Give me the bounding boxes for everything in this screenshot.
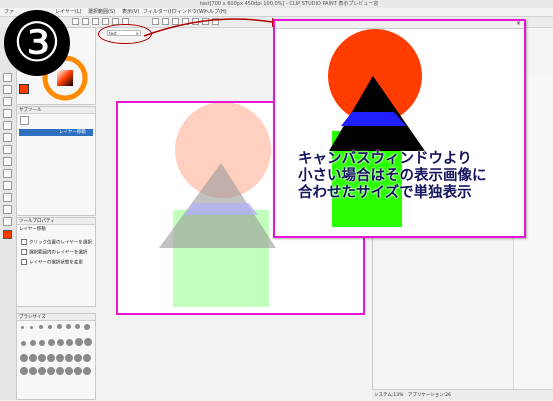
undo-icon[interactable] xyxy=(102,18,109,25)
preview-artwork xyxy=(328,29,425,227)
move-layer-icon[interactable] xyxy=(20,116,29,125)
figure-tool-icon[interactable] xyxy=(3,217,12,226)
brush-size-dot[interactable] xyxy=(74,367,82,375)
brush-size-dot[interactable] xyxy=(83,354,91,362)
main-color-swatch[interactable] xyxy=(3,230,12,239)
brush-size-dot[interactable] xyxy=(20,367,28,375)
eraser-tool-icon[interactable] xyxy=(3,169,12,178)
brush-size-dot[interactable] xyxy=(30,326,33,329)
brush-size-panel: ブラシサイズ xyxy=(16,313,96,400)
tool-property-header: ツールプロパティ xyxy=(17,218,95,225)
brush-size-dot[interactable] xyxy=(39,325,43,329)
brush-size-dot[interactable] xyxy=(83,367,91,375)
brush-size-dot[interactable] xyxy=(75,338,83,346)
pen-tool-icon[interactable] xyxy=(3,133,12,142)
status-bar: システム:13% アプリケーション:26 xyxy=(372,389,553,400)
canvas-tab[interactable]: test × xyxy=(107,30,141,36)
brush-size-dot[interactable] xyxy=(21,326,24,329)
caption-line: キャンバスウィンドウより xyxy=(298,151,472,167)
selection-tool-icon[interactable] xyxy=(3,97,12,106)
tool-property-panel: ツールプロパティ レイヤー移動 クリック位置のレイヤーを選択 選択範囲内のレイヤ… xyxy=(16,217,96,307)
lasso-tool-icon[interactable] xyxy=(3,109,12,118)
option-change-selection[interactable]: レイヤーの選択状態を変更 xyxy=(21,259,83,266)
tool-palette xyxy=(0,27,17,400)
brush-size-dot[interactable] xyxy=(39,340,45,346)
brush-size-dot[interactable] xyxy=(48,339,55,346)
pencil-tool-icon[interactable] xyxy=(3,145,12,154)
brush-size-dot[interactable] xyxy=(20,354,28,362)
option-click-select[interactable]: クリック位置のレイヤーを選択 xyxy=(21,239,92,246)
move-tool-icon[interactable] xyxy=(3,85,12,94)
gradient-tool-icon[interactable] xyxy=(3,193,12,202)
brush-size-dot[interactable] xyxy=(66,324,71,329)
brush-size-dot[interactable] xyxy=(66,339,73,346)
canvas-tab-label: test xyxy=(109,31,117,36)
eyedropper-tool-icon[interactable] xyxy=(3,121,12,130)
step-number-badge: ③ xyxy=(4,10,70,76)
brush-size-dot[interactable] xyxy=(30,340,36,346)
caption-line: 合わせたサイズで単独表示 xyxy=(298,185,472,201)
brush-size-dot[interactable] xyxy=(38,367,46,375)
zoom-tool-icon[interactable] xyxy=(3,73,12,82)
foreground-color-swatch[interactable] xyxy=(19,84,29,94)
open-file-icon[interactable] xyxy=(82,18,89,25)
brush-size-dot[interactable] xyxy=(84,324,90,330)
brush-size-dot[interactable] xyxy=(48,325,52,329)
brush-size-dot[interactable] xyxy=(56,367,64,375)
triangle-overlap-shape xyxy=(184,203,258,215)
new-file-icon[interactable] xyxy=(72,18,79,25)
save-icon[interactable] xyxy=(92,18,99,25)
pointer-arrow xyxy=(143,18,282,37)
menu-item-view[interactable]: 表示(V) xyxy=(122,8,139,15)
subtool-header: サブツール xyxy=(17,107,95,114)
brush-size-dot[interactable] xyxy=(29,367,37,375)
window-title: test[700 x 600px 450dpi 100.0%] - CLIP S… xyxy=(200,1,379,7)
explanation-caption: キャンバスウィンドウより 小さい場合はその表示画像に 合わせたサイズで単独表示 xyxy=(298,151,528,202)
brush-size-header: ブラシサイズ xyxy=(17,314,95,321)
brush-size-dot[interactable] xyxy=(57,339,64,346)
brush-size-dot[interactable] xyxy=(57,324,62,329)
brush-size-dot[interactable] xyxy=(21,341,26,346)
brush-size-dot[interactable] xyxy=(75,324,80,329)
brush-size-dot[interactable] xyxy=(29,354,37,362)
menu-item-selection[interactable]: 選択範囲(S) xyxy=(88,8,115,15)
brush-size-dot[interactable] xyxy=(65,367,73,375)
brush-size-dot[interactable] xyxy=(56,354,64,362)
brush-size-dot[interactable] xyxy=(47,354,55,362)
text-tool-icon[interactable] xyxy=(3,205,12,214)
tool-property-subheader: レイヤー移動 xyxy=(19,227,46,232)
brush-tool-icon[interactable] xyxy=(3,157,12,166)
subtool-panel: サブツール レイヤー移動 xyxy=(16,106,96,216)
brush-size-dot[interactable] xyxy=(74,354,82,362)
preview-window[interactable]: × xyxy=(273,19,526,238)
option-select-in-range[interactable]: 選択範囲内のレイヤーを選択 xyxy=(21,249,87,256)
brush-size-dot[interactable] xyxy=(84,338,92,346)
brush-size-dot[interactable] xyxy=(65,354,73,362)
fill-tool-icon[interactable] xyxy=(3,181,12,190)
brush-size-dot[interactable] xyxy=(47,367,55,375)
caption-line: 小さい場合はその表示画像に xyxy=(298,168,487,184)
close-icon[interactable]: × xyxy=(136,31,139,37)
brush-size-dot[interactable] xyxy=(38,354,46,362)
subtool-item-move-layer[interactable]: レイヤー移動 xyxy=(19,129,93,136)
